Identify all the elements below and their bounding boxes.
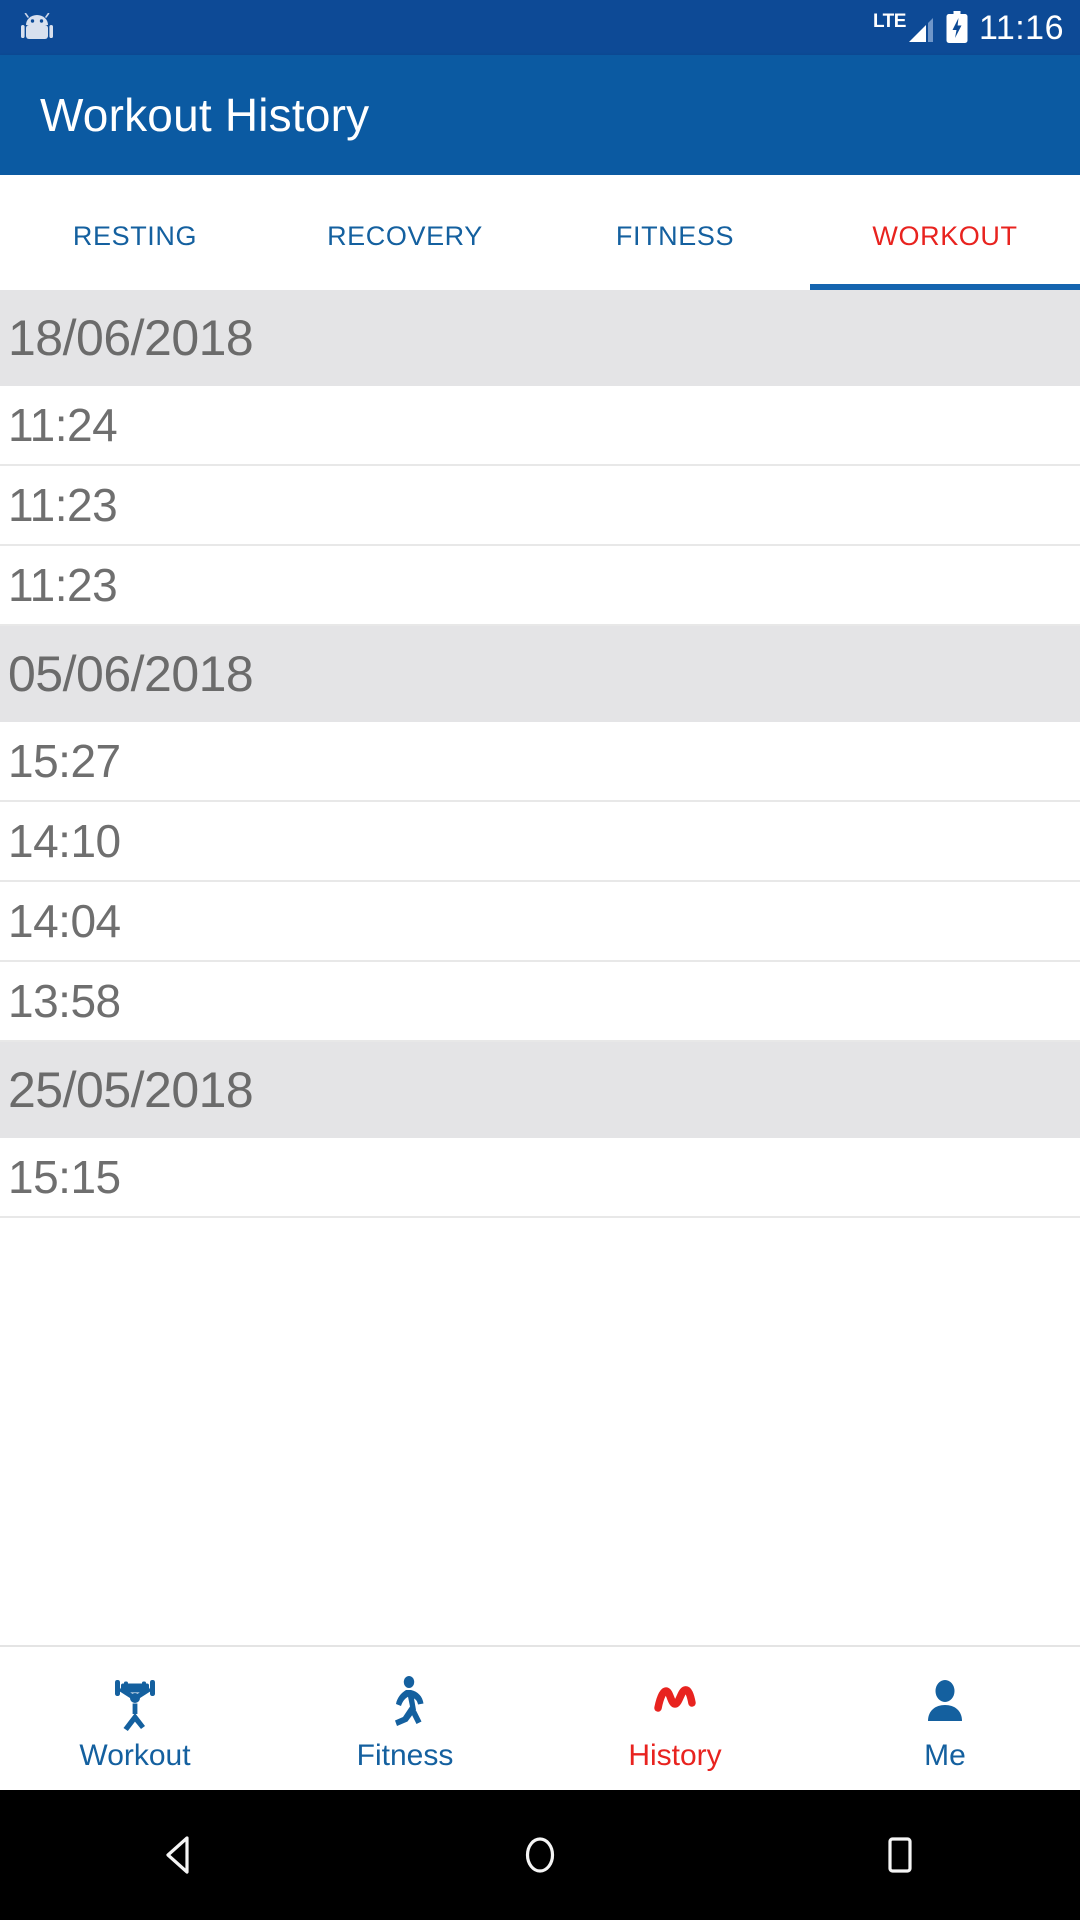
workout-entry-row[interactable]: 13:58: [0, 962, 1080, 1042]
workout-entry-time: 11:24: [8, 399, 118, 451]
workout-entry-row[interactable]: 14:04: [0, 882, 1080, 962]
person-avatar-icon: [917, 1673, 973, 1735]
date-group-header-label: 18/06/2018: [8, 310, 254, 366]
tab-resting-label: RESTING: [72, 221, 198, 251]
tab-bar: RESTING RECOVERY FITNESS WORKOUT: [0, 175, 1080, 290]
workout-entry-row[interactable]: 11:23: [0, 546, 1080, 626]
tab-workout-label: WORKOUT: [872, 221, 1018, 251]
nav-item-me-label: Me: [924, 1738, 966, 1772]
workout-entry-row[interactable]: 14:10: [0, 802, 1080, 882]
workout-entry-row[interactable]: 15:15: [0, 1138, 1080, 1218]
page-title: Workout History: [40, 89, 370, 141]
workout-entry-time: 11:23: [8, 479, 118, 531]
tab-resting[interactable]: RESTING: [0, 175, 270, 290]
workout-entry-time: 14:04: [8, 895, 121, 947]
workout-entry-row[interactable]: 15:27: [0, 722, 1080, 802]
date-group-header-label: 05/06/2018: [8, 646, 254, 702]
workout-history-list[interactable]: 18/06/2018 11:24 11:23 11:23 05/06/2018 15:27…: [0, 290, 1080, 1645]
workout-entry-row[interactable]: 11:24: [0, 386, 1080, 466]
lte-label: LTE: [872, 10, 906, 32]
status-bar-left: [20, 12, 54, 43]
signal-bars-icon: [907, 14, 935, 44]
running-person-icon: [377, 1673, 433, 1735]
home-circle-icon[interactable]: [360, 1790, 720, 1920]
nav-item-history-label: History: [628, 1738, 722, 1772]
recents-square-icon[interactable]: [720, 1790, 1080, 1920]
tab-recovery-label: RECOVERY: [327, 221, 483, 251]
status-bar: LTE 11:16: [0, 0, 1080, 55]
weightlifter-icon: [107, 1673, 163, 1735]
tab-recovery[interactable]: RECOVERY: [270, 175, 540, 290]
date-group-header: 18/06/2018: [0, 290, 1080, 386]
signal-group: LTE: [873, 12, 935, 44]
tab-workout[interactable]: WORKOUT: [810, 175, 1080, 290]
tab-fitness-label: FITNESS: [615, 221, 735, 251]
workout-entry-time: 14:10: [8, 815, 121, 867]
nav-item-history[interactable]: History: [540, 1647, 810, 1790]
nav-item-workout-label: Workout: [79, 1738, 191, 1772]
workout-entry-time: 11:23: [8, 559, 118, 611]
phone-screen: LTE 11:16 Workout History RESTING RECOVE…: [0, 0, 1080, 1920]
date-group-header: 25/05/2018: [0, 1042, 1080, 1138]
date-group-header-label: 25/05/2018: [8, 1062, 254, 1118]
nav-item-workout[interactable]: Workout: [0, 1647, 270, 1790]
zigzag-chart-icon: [647, 1673, 703, 1735]
android-system-nav: [0, 1790, 1080, 1920]
date-group-header: 05/06/2018: [0, 626, 1080, 722]
tab-fitness[interactable]: FITNESS: [540, 175, 810, 290]
workout-entry-time: 15:15: [8, 1151, 121, 1203]
nav-item-fitness-label: Fitness: [356, 1738, 454, 1772]
workout-entry-row[interactable]: 11:23: [0, 466, 1080, 546]
app-bar: Workout History: [0, 55, 1080, 175]
bottom-navigation-bar: Workout Fitness History Me: [0, 1645, 1080, 1790]
workout-entry-time: 13:58: [8, 975, 121, 1027]
status-bar-right: LTE 11:16: [873, 11, 1064, 45]
nav-item-me[interactable]: Me: [810, 1647, 1080, 1790]
nav-item-fitness[interactable]: Fitness: [270, 1647, 540, 1790]
battery-charging-icon: [945, 11, 969, 44]
status-bar-clock: 11:16: [978, 8, 1064, 47]
android-robot-icon: [20, 12, 54, 43]
workout-entry-time: 15:27: [8, 735, 121, 787]
back-triangle-icon[interactable]: [0, 1790, 360, 1920]
